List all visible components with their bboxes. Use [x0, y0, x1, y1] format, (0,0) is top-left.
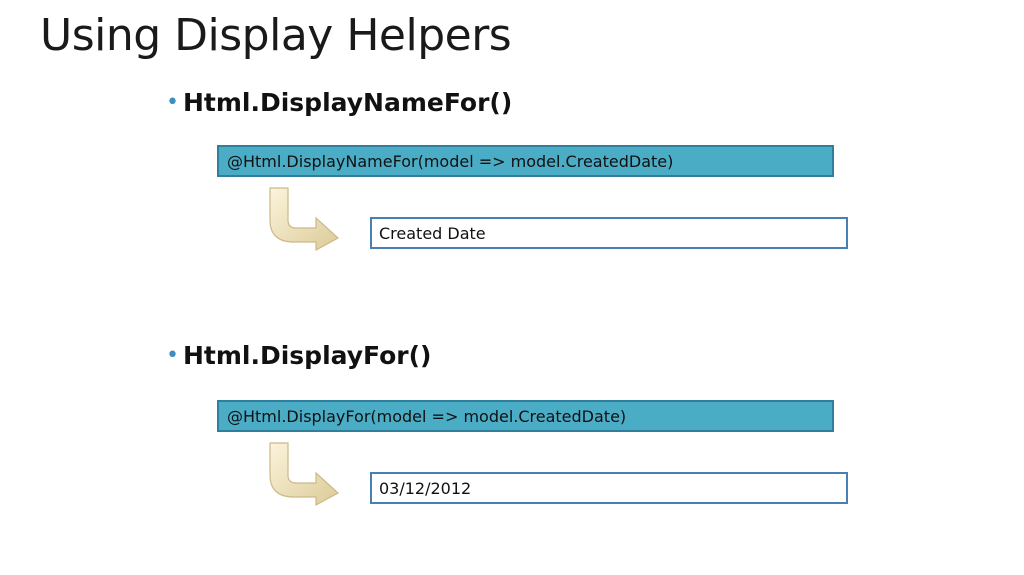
output-result-box: Created Date [370, 217, 848, 249]
code-example-box: @Html.DisplayNameFor(model => model.Crea… [217, 145, 834, 177]
code-example-box: @Html.DisplayFor(model => model.CreatedD… [217, 400, 834, 432]
bullet-dot: • [166, 90, 179, 115]
curved-arrow-icon [269, 442, 340, 507]
output-text: Created Date [379, 223, 486, 243]
bullet-dot: • [166, 343, 179, 368]
code-text: @Html.DisplayFor(model => model.CreatedD… [227, 406, 627, 426]
bullet-heading: Html.DisplayFor() [182, 341, 432, 370]
bullet-display-name-for: • Html.DisplayNameFor() [166, 88, 512, 117]
code-text: @Html.DisplayNameFor(model => model.Crea… [227, 151, 674, 171]
curved-arrow-icon [269, 187, 340, 252]
output-text: 03/12/2012 [379, 478, 472, 498]
output-result-box: 03/12/2012 [370, 472, 848, 504]
slide-title: Using Display Helpers [40, 10, 512, 61]
bullet-display-for: • Html.DisplayFor() [166, 341, 431, 370]
bullet-heading: Html.DisplayNameFor() [182, 88, 513, 117]
